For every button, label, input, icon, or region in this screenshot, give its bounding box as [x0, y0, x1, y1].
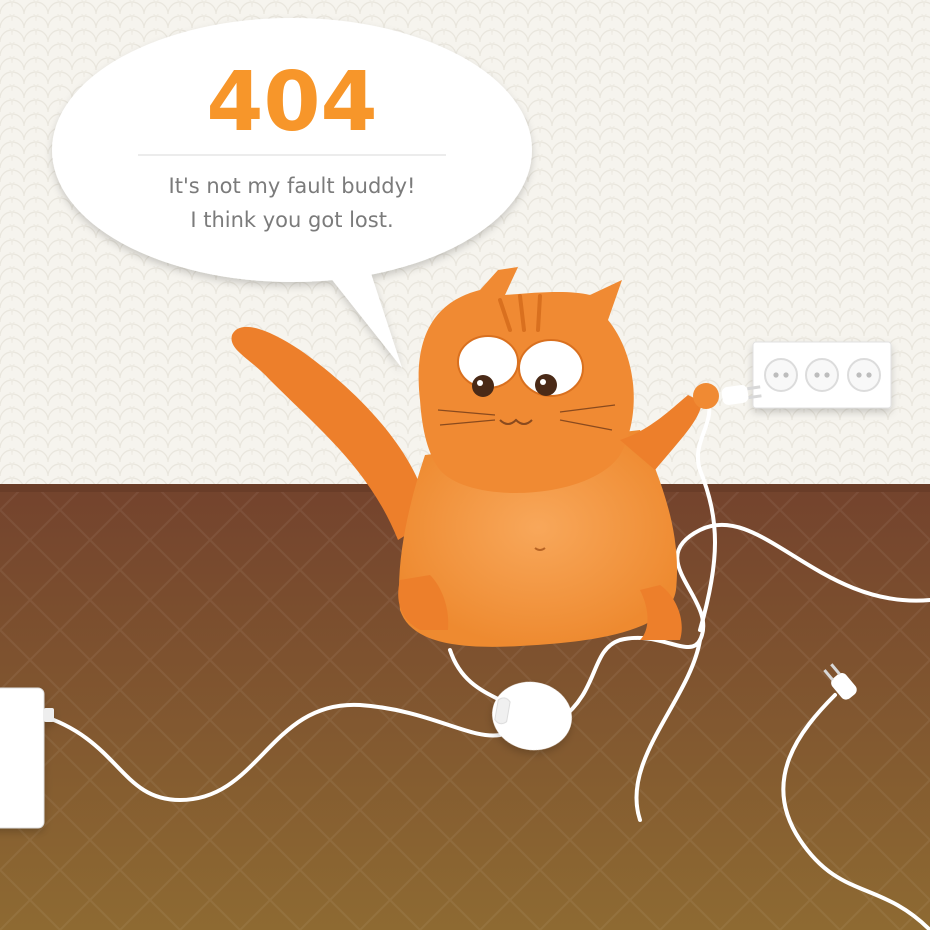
error-message-line2: I think you got lost.	[190, 208, 393, 232]
error-message-line1: It's not my fault buddy!	[169, 174, 416, 198]
wall-socket-icon	[752, 341, 892, 409]
scene-illustration: 404 It's not my fault buddy! I think you…	[0, 0, 930, 930]
error-code: 404	[206, 55, 377, 150]
